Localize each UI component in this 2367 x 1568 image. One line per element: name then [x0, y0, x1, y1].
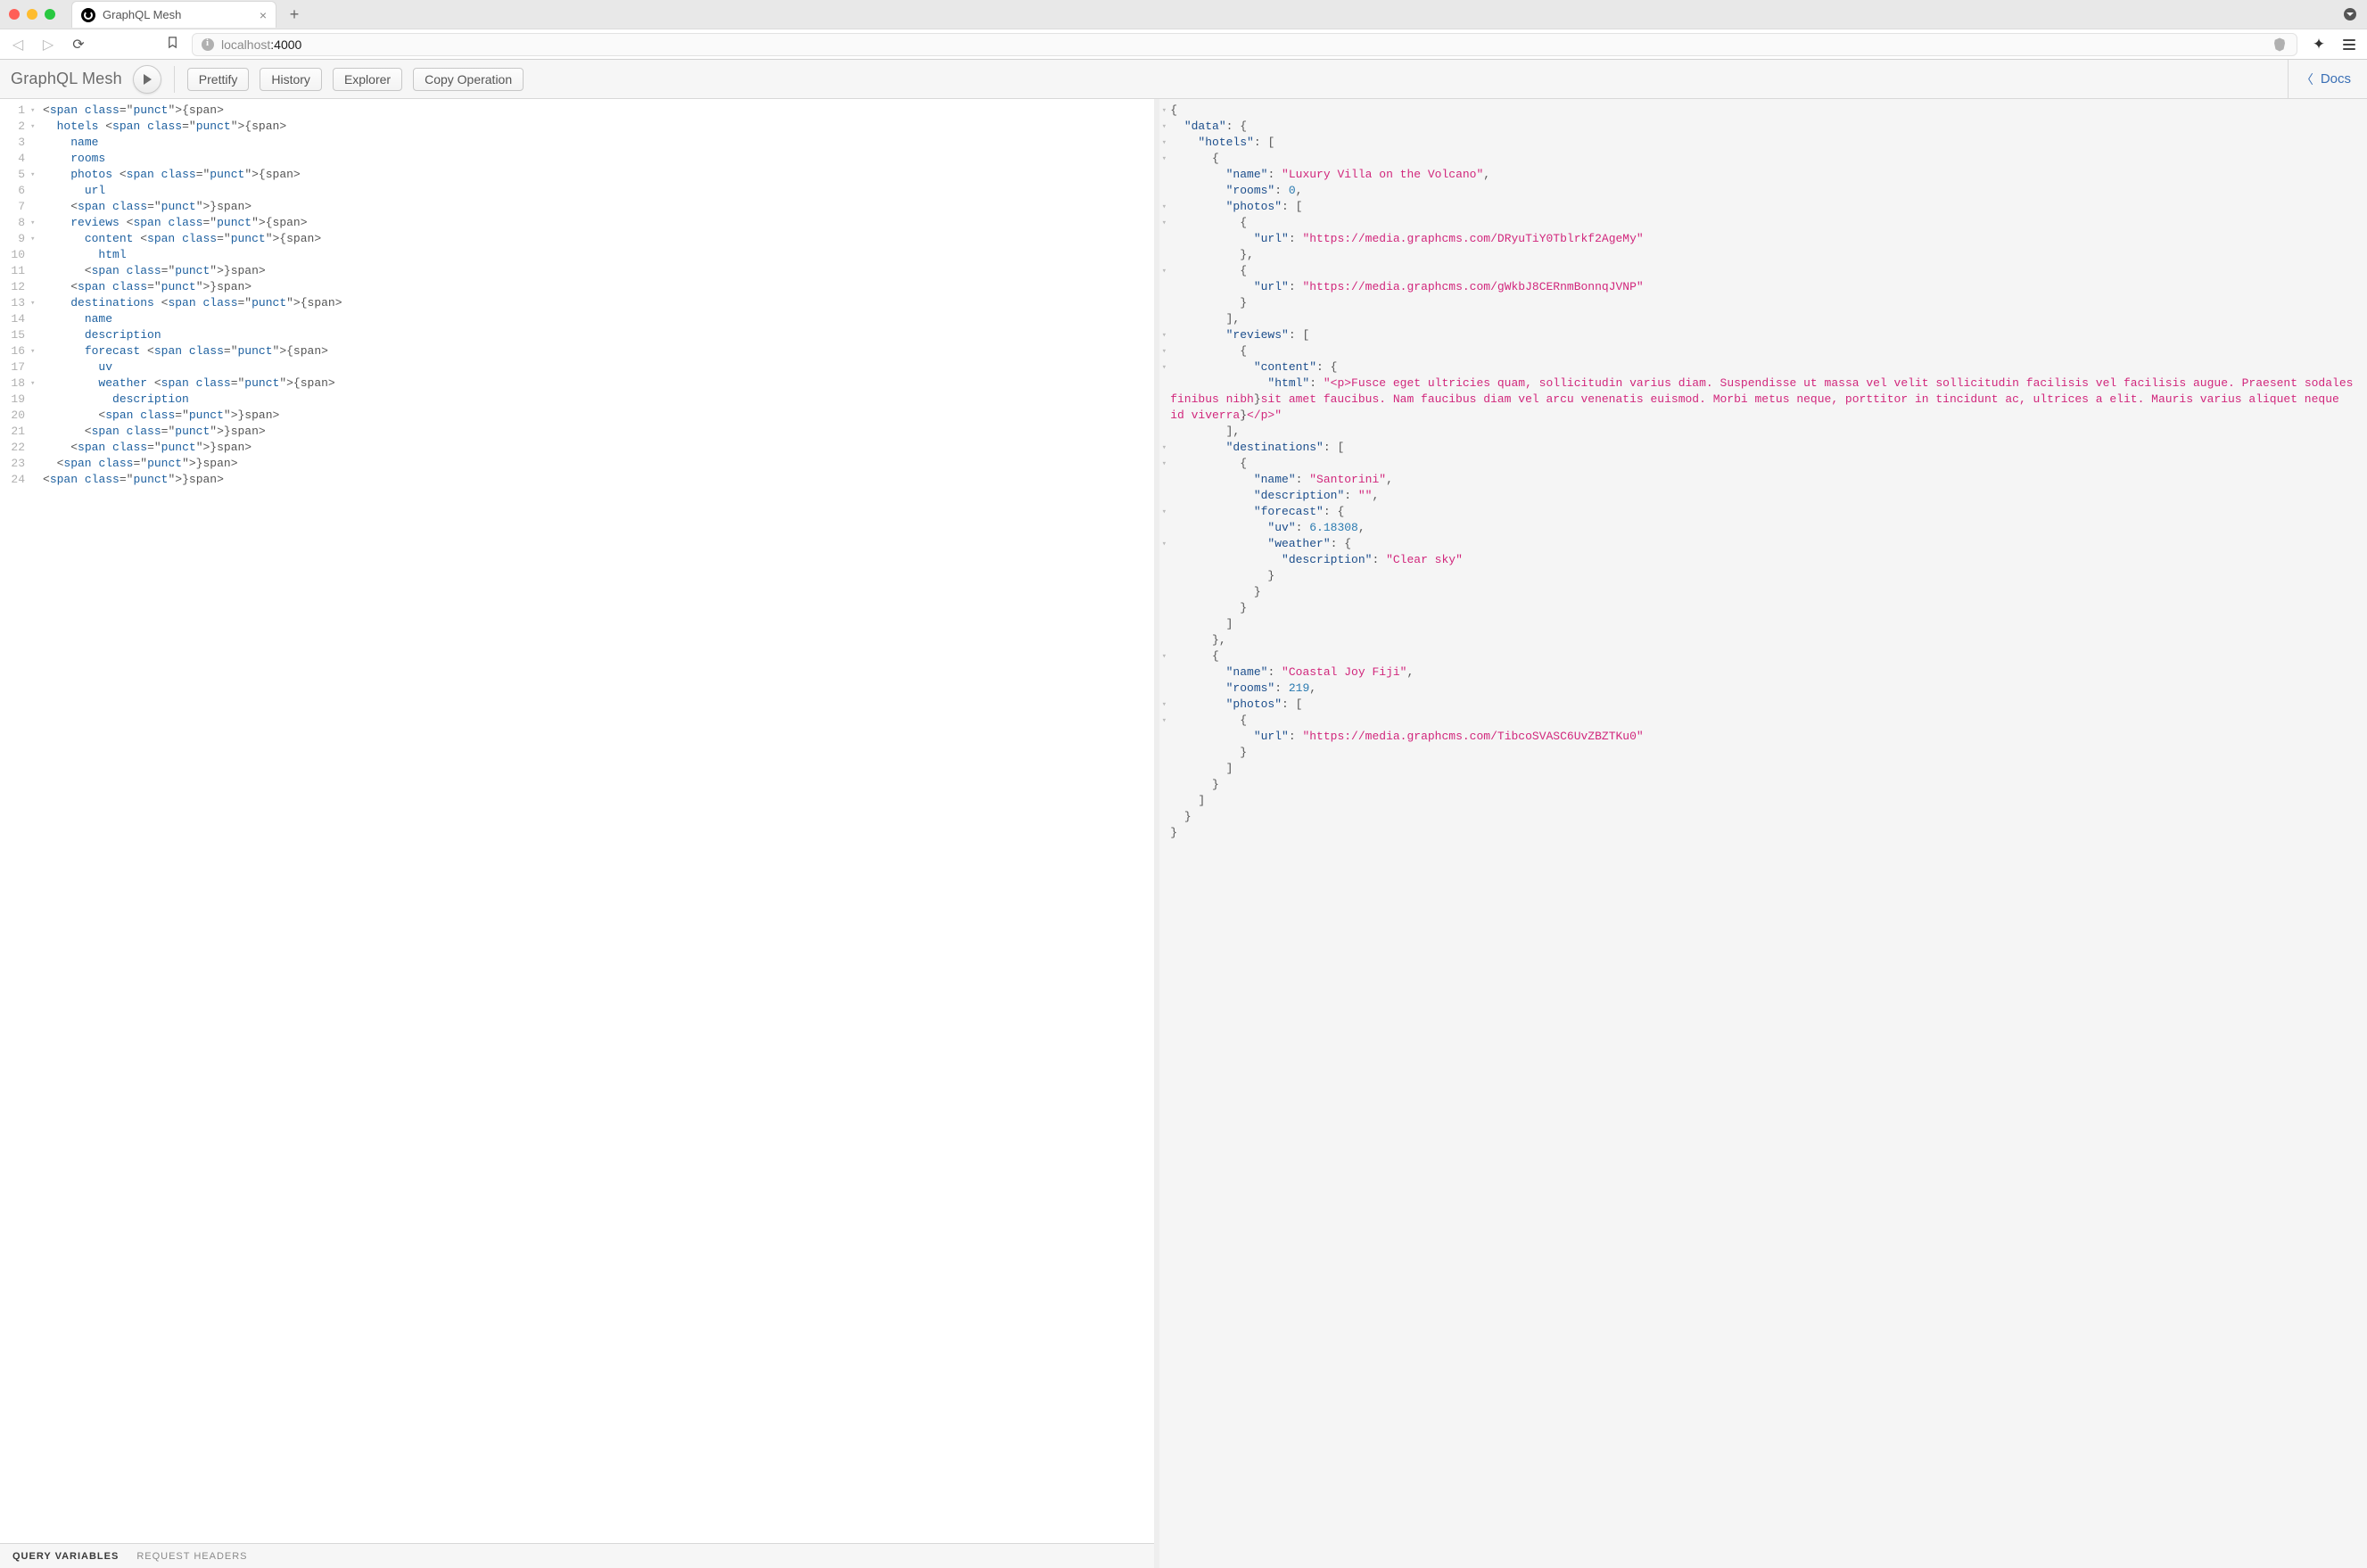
toolbar-row: ◁ ▷ ⟳ localhost:4000 ✦	[0, 29, 2367, 59]
query-source[interactable]: <span class="punct">{span> hotels <span …	[39, 103, 342, 1543]
tab-query-variables[interactable]: QUERY VARIABLES	[12, 1551, 119, 1562]
brave-shields-icon[interactable]	[2272, 37, 2288, 53]
main-split: 123456789101112131415161718192021222324 …	[0, 99, 2367, 1568]
result-pane: ▾▾▾▾▾▾▾▾▾▾▾▾▾▾▾▾▾ { "data": { "hotels": …	[1159, 99, 2367, 1568]
editor-bottom-tabs: QUERY VARIABLES REQUEST HEADERS	[0, 1543, 1154, 1568]
docs-label: Docs	[2321, 71, 2351, 87]
browser-chrome: GraphQL Mesh × + ◁ ▷ ⟳ localhost:4000 ✦	[0, 0, 2367, 60]
forward-button[interactable]: ▷	[39, 36, 57, 54]
bookmark-icon[interactable]	[166, 36, 179, 53]
app-title: GraphQL Mesh	[11, 70, 122, 88]
tabs-dropdown-icon[interactable]	[2344, 8, 2356, 21]
docs-toggle[interactable]: 〈 Docs	[2288, 60, 2356, 98]
query-editor-pane: 123456789101112131415161718192021222324 …	[0, 99, 1159, 1568]
run-query-button[interactable]	[133, 65, 161, 94]
line-number-gutter: 123456789101112131415161718192021222324	[0, 103, 30, 1543]
tab-favicon	[81, 8, 95, 22]
browser-tab[interactable]: GraphQL Mesh ×	[71, 1, 276, 28]
result-source: { "data": { "hotels": [ { "name": "Luxur…	[1167, 103, 2367, 1568]
minimize-window-icon[interactable]	[27, 9, 37, 20]
new-tab-button[interactable]: +	[284, 4, 305, 25]
tab-strip: GraphQL Mesh × +	[0, 0, 2367, 29]
copy-operation-button[interactable]: Copy Operation	[413, 68, 524, 91]
browser-menu-icon[interactable]	[2340, 36, 2358, 54]
history-button[interactable]: History	[260, 68, 322, 91]
result-viewer[interactable]: ▾▾▾▾▾▾▾▾▾▾▾▾▾▾▾▾▾ { "data": { "hotels": …	[1159, 99, 2367, 1568]
close-tab-icon[interactable]: ×	[260, 8, 267, 22]
extensions-icon[interactable]: ✦	[2310, 36, 2328, 54]
explorer-button[interactable]: Explorer	[333, 68, 402, 91]
address-bar[interactable]: localhost:4000	[192, 33, 2297, 56]
url-host: localhost	[221, 37, 270, 52]
close-window-icon[interactable]	[9, 9, 20, 20]
reload-button[interactable]: ⟳	[70, 36, 87, 54]
back-button[interactable]: ◁	[9, 36, 27, 54]
prettify-button[interactable]: Prettify	[187, 68, 250, 91]
url-port: :4000	[270, 37, 301, 52]
graphiql-toolbar: GraphQL Mesh Prettify History Explorer C…	[0, 60, 2367, 99]
chevron-left-icon: 〈	[2301, 70, 2313, 88]
toolbar-separator	[174, 66, 175, 93]
fold-gutter[interactable]: ▾▾▾▾▾▾▾▾	[30, 103, 39, 1543]
tab-request-headers[interactable]: REQUEST HEADERS	[136, 1551, 247, 1562]
query-editor[interactable]: 123456789101112131415161718192021222324 …	[0, 99, 1154, 1543]
tab-title: GraphQL Mesh	[103, 8, 252, 21]
site-info-icon[interactable]	[202, 38, 214, 51]
maximize-window-icon[interactable]	[45, 9, 55, 20]
window-controls[interactable]	[9, 9, 55, 20]
